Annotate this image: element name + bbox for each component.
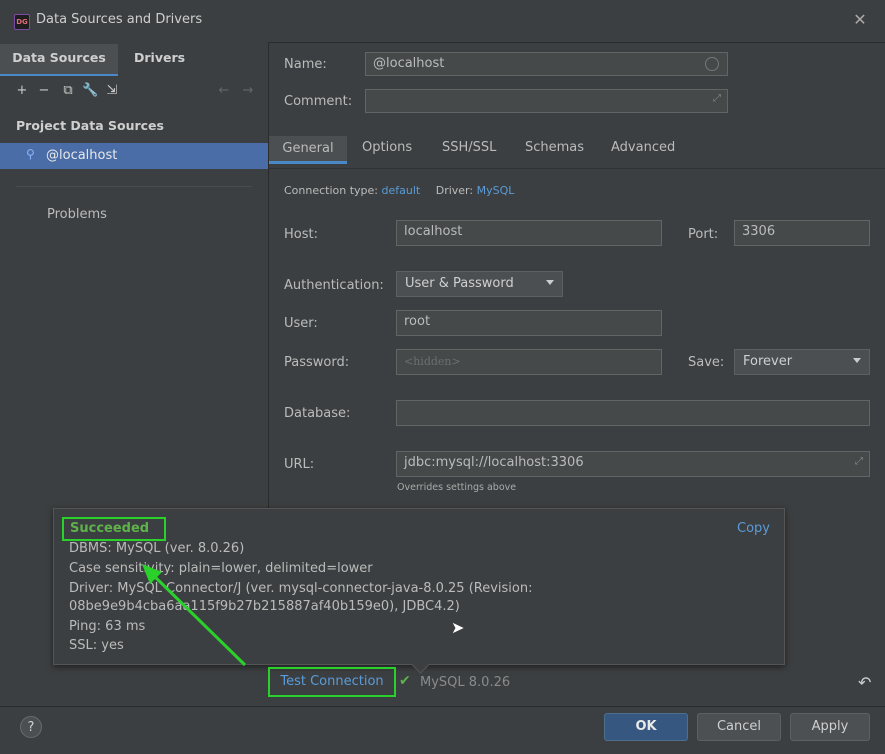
divider xyxy=(16,186,252,187)
mouse-cursor-icon: ➤ xyxy=(451,618,465,637)
password-input[interactable]: <hidden> xyxy=(396,349,662,375)
database-label: Database: xyxy=(284,406,351,421)
help-icon[interactable]: ? xyxy=(20,716,42,738)
remove-icon[interactable]: − xyxy=(36,83,52,99)
test-connection-link[interactable]: Test Connection xyxy=(268,667,396,697)
port-input[interactable]: 3306 xyxy=(734,220,870,246)
driver-version: MySQL 8.0.26 xyxy=(420,675,511,690)
apply-button[interactable]: Apply xyxy=(790,713,870,741)
mysql-icon: ⚲ xyxy=(26,147,35,161)
expand-icon[interactable]: ⤢ xyxy=(855,456,863,467)
duplicate-icon[interactable]: ⧉ xyxy=(60,83,76,99)
chevron-down-icon xyxy=(853,358,861,363)
status-succeeded: Succeeded xyxy=(62,517,166,541)
data-source-item-localhost[interactable]: ⚲ @localhost xyxy=(0,143,268,169)
app-icon: DG xyxy=(14,14,30,30)
problems-item[interactable]: Problems xyxy=(47,207,107,222)
popup-line: DBMS: MySQL (ver. 8.0.26) xyxy=(69,541,245,556)
back-arrow-icon[interactable]: ← xyxy=(216,83,232,99)
project-data-sources-heading: Project Data Sources xyxy=(16,118,164,133)
tab-data-sources[interactable]: Data Sources xyxy=(0,44,118,76)
name-label: Name: xyxy=(284,57,327,72)
expand-icon[interactable]: ⤢ xyxy=(713,93,721,104)
save-dropdown[interactable]: Forever xyxy=(734,349,870,375)
user-input[interactable]: root xyxy=(396,310,662,336)
tab-advanced[interactable]: Advanced xyxy=(611,140,675,155)
window-title: Data Sources and Drivers xyxy=(36,12,203,27)
tab-options[interactable]: Options xyxy=(362,140,412,155)
password-label: Password: xyxy=(284,355,350,370)
name-value: @localhost xyxy=(373,56,445,71)
driver-label: Driver: xyxy=(435,184,474,197)
check-icon: ✔ xyxy=(399,673,411,689)
ok-button[interactable]: OK xyxy=(604,713,688,741)
port-label: Port: xyxy=(688,227,719,242)
save-label: Save: xyxy=(688,355,725,370)
host-label: Host: xyxy=(284,227,318,242)
close-icon[interactable]: ✕ xyxy=(850,10,870,30)
name-field[interactable]: @localhost xyxy=(365,52,728,76)
import-icon[interactable]: ⇲ xyxy=(104,83,120,99)
add-icon[interactable]: + xyxy=(14,83,30,99)
authentication-value: User & Password xyxy=(405,276,514,291)
popup-line: 08be9e9b4cba6aa115f9b27b215887af40b159e0… xyxy=(69,599,460,614)
database-input[interactable] xyxy=(396,400,870,426)
save-value: Forever xyxy=(743,354,793,369)
tab-ssh-ssl[interactable]: SSH/SSL xyxy=(442,140,496,155)
comment-label: Comment: xyxy=(284,94,353,109)
driver-link[interactable]: MySQL xyxy=(477,184,515,197)
chevron-down-icon xyxy=(546,280,554,285)
tab-schemas[interactable]: Schemas xyxy=(525,140,584,155)
connection-type-row: Connection type: default Driver: MySQL xyxy=(284,184,514,197)
url-value: jdbc:mysql://localhost:3306 xyxy=(404,455,584,470)
authentication-label: Authentication: xyxy=(284,278,384,293)
url-input[interactable]: jdbc:mysql://localhost:3306 ⤢ xyxy=(396,451,870,477)
copy-link[interactable]: Copy xyxy=(737,521,770,536)
popup-pointer xyxy=(411,655,430,674)
popup-line: SSL: yes xyxy=(69,638,124,653)
user-label: User: xyxy=(284,316,318,331)
connection-type-link[interactable]: default xyxy=(382,184,421,197)
cancel-button[interactable]: Cancel xyxy=(697,713,781,741)
forward-arrow-icon[interactable]: → xyxy=(240,83,256,99)
tab-underline xyxy=(269,168,885,169)
tab-drivers[interactable]: Drivers xyxy=(134,44,185,74)
tab-general[interactable]: General xyxy=(269,136,347,164)
authentication-dropdown[interactable]: User & Password xyxy=(396,271,563,297)
url-note: Overrides settings above xyxy=(397,482,517,493)
data-source-label: @localhost xyxy=(46,148,118,163)
annotation-arrow-icon xyxy=(142,564,247,667)
wrench-icon[interactable]: 🔧 xyxy=(82,83,98,99)
reset-icon[interactable]: ↶ xyxy=(858,673,871,692)
comment-field[interactable]: ⤢ xyxy=(365,89,728,113)
host-input[interactable]: localhost xyxy=(396,220,662,246)
url-label: URL: xyxy=(284,457,315,472)
connection-type-label: Connection type: xyxy=(284,184,379,197)
color-picker-icon[interactable] xyxy=(705,57,719,71)
